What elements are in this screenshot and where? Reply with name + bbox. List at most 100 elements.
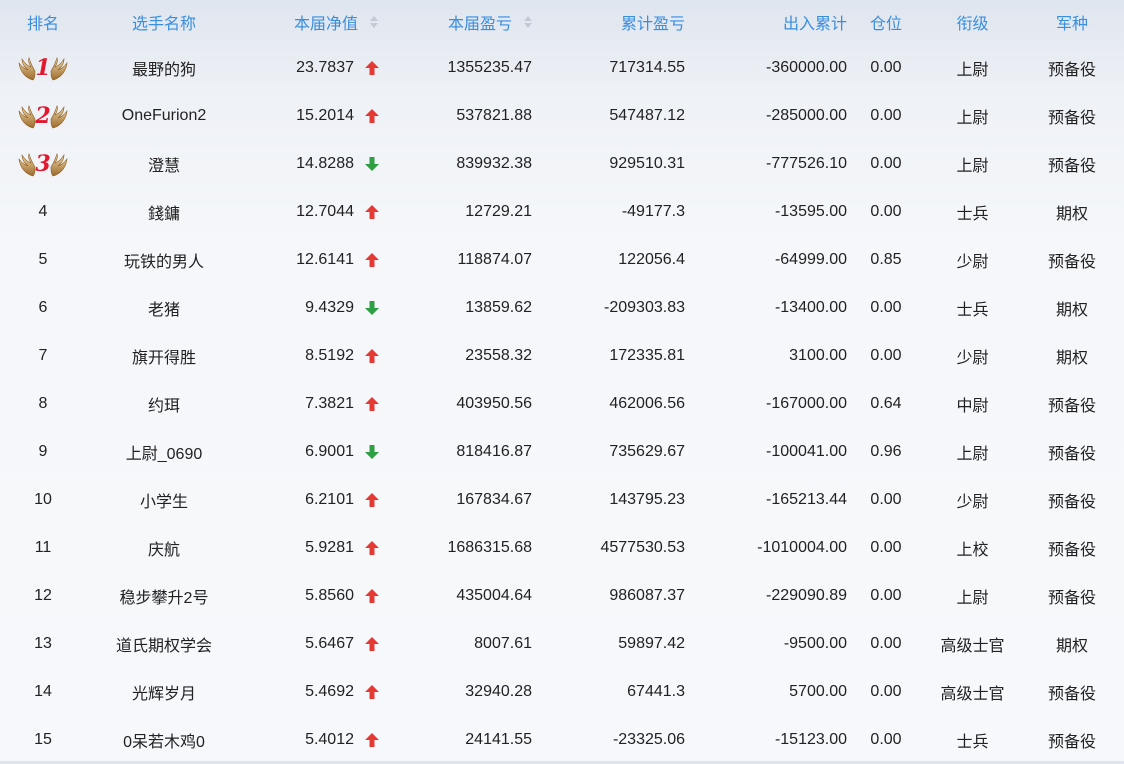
player-name[interactable]: OneFurion2: [86, 92, 242, 140]
service-type: 预备役: [1047, 686, 1096, 703]
nav-value: 6.9001: [305, 443, 354, 460]
player-name[interactable]: 稳步攀升2号: [86, 572, 242, 620]
rank-grade: 上校: [956, 542, 989, 559]
player-name[interactable]: 上尉_0690: [86, 428, 242, 476]
nav-value: 23.7837: [296, 59, 354, 76]
table-row[interactable]: 14 光辉岁月 5.4692 32940.28 67441.3 5700.00 0.00 高级…: [0, 668, 1124, 716]
table-row[interactable]: 5 玩铁的男人 12.6141 118874.07 122056.4 -64999.00 0…: [0, 236, 1124, 284]
rank-cell: 9: [38, 443, 48, 460]
table-row[interactable]: 1 最野的狗 23.7837 1355235.47 717314.55 -360000.0…: [0, 44, 1124, 92]
season-pnl: 32940.28: [465, 683, 532, 700]
player-name[interactable]: 庆航: [86, 524, 242, 572]
total-pnl: -23325.06: [612, 731, 685, 748]
cash-flow: -13400.00: [774, 299, 847, 316]
cash-flow: -165213.44: [766, 491, 847, 508]
trend-up-arrow-icon: [360, 332, 384, 380]
season-pnl: 23558.32: [465, 347, 532, 364]
header-nav-sortable[interactable]: 本届净值: [242, 0, 378, 44]
leaderboard-table: 排名 选手名称 本届净值 本届盈亏 累计盈亏 出入累计 仓位 衔级 军种 1 最野…: [0, 0, 1124, 764]
table-row[interactable]: 8 约珥 7.3821 403950.56 462006.56 -167000.00 0.6…: [0, 380, 1124, 428]
table-row[interactable]: 3 澄慧 14.8288 839932.38 929510.31 -777526.10 0.…: [0, 140, 1124, 188]
player-name[interactable]: 光辉岁月: [86, 668, 242, 716]
service-type: 期权: [1055, 302, 1088, 319]
player-name[interactable]: 0呆若木鸡0: [86, 716, 242, 764]
rank-grade: 士兵: [956, 734, 989, 751]
trend-up-arrow-icon: [360, 716, 384, 764]
season-pnl: 537821.88: [456, 107, 532, 124]
player-name[interactable]: 玩铁的男人: [86, 236, 242, 284]
position-ratio: 0.00: [870, 683, 902, 700]
total-pnl: 929510.31: [609, 155, 685, 172]
player-name[interactable]: 旗开得胜: [86, 332, 242, 380]
cash-flow: -360000.00: [766, 59, 847, 76]
trend-up-arrow-icon: [360, 236, 384, 284]
rank-cell: 7: [38, 347, 48, 364]
position-ratio: 0.00: [870, 59, 902, 76]
table-row[interactable]: 13 道氏期权学会 5.6467 8007.61 59897.42 -9500.00 0.0…: [0, 620, 1124, 668]
player-name[interactable]: 道氏期权学会: [86, 620, 242, 668]
position-ratio: 0.00: [870, 299, 902, 316]
table-body: 1 最野的狗 23.7837 1355235.47 717314.55 -360000.0…: [0, 44, 1124, 764]
table-row[interactable]: 12 稳步攀升2号 5.8560 435004.64 986087.37 -229090.…: [0, 572, 1124, 620]
rank-cell: 8: [38, 395, 48, 412]
header-type: 军种: [1055, 16, 1088, 33]
cash-flow: -777526.10: [766, 155, 847, 172]
player-name[interactable]: 錢鏞: [86, 188, 242, 236]
table-row[interactable]: 6 老猪 9.4329 13859.62 -209303.83 -13400.00 0.00…: [0, 284, 1124, 332]
rank-cell: 5: [38, 251, 48, 268]
sort-icon[interactable]: [370, 16, 378, 28]
table-row[interactable]: 10 小学生 6.2101 167834.67 143795.23 -165213.44 0…: [0, 476, 1124, 524]
total-pnl: 986087.37: [609, 587, 685, 604]
rank-cell: 3: [0, 140, 86, 188]
position-ratio: 0.00: [870, 635, 902, 652]
rank-grade: 少尉: [956, 254, 989, 271]
nav-value: 5.4692: [305, 683, 354, 700]
header-season-pnl-sortable[interactable]: 本届盈亏: [384, 0, 532, 44]
nav-value: 12.6141: [296, 251, 354, 268]
season-pnl: 1355235.47: [447, 59, 532, 76]
table-row[interactable]: 11 庆航 5.9281 1686315.68 4577530.53 -1010004.0…: [0, 524, 1124, 572]
season-pnl: 403950.56: [456, 395, 532, 412]
player-name[interactable]: 澄慧: [86, 140, 242, 188]
player-name[interactable]: 最野的狗: [86, 44, 242, 92]
position-ratio: 0.00: [870, 155, 902, 172]
cash-flow: -15123.00: [774, 731, 847, 748]
table-row[interactable]: 2 OneFurion2 15.2014 537821.88 547487.12 -285…: [0, 92, 1124, 140]
total-pnl: 143795.23: [609, 491, 685, 508]
player-name[interactable]: 约珥: [86, 380, 242, 428]
table-row[interactable]: 4 錢鏞 12.7044 12729.21 -49177.3 -13595.00 0.00 士…: [0, 188, 1124, 236]
table-row[interactable]: 9 上尉_0690 6.9001 818416.87 735629.67 -100041.…: [0, 428, 1124, 476]
service-type: 预备役: [1047, 254, 1096, 271]
cash-flow: -9500.00: [783, 635, 847, 652]
cash-flow: -285000.00: [766, 107, 847, 124]
player-name[interactable]: 小学生: [86, 476, 242, 524]
trend-up-arrow-icon: [360, 188, 384, 236]
season-pnl: 167834.67: [456, 491, 532, 508]
total-pnl: 172335.81: [609, 347, 685, 364]
total-pnl: 67441.3: [627, 683, 685, 700]
sort-icon[interactable]: [524, 16, 532, 28]
player-name[interactable]: 老猪: [86, 284, 242, 332]
trend-up-arrow-icon: [360, 620, 384, 668]
season-pnl: 12729.21: [465, 203, 532, 220]
trend-up-arrow-icon: [360, 380, 384, 428]
nav-value: 5.9281: [305, 539, 354, 556]
service-type: 预备役: [1047, 62, 1096, 79]
trend-up-arrow-icon: [360, 44, 384, 92]
rank-grade: 上尉: [956, 158, 989, 175]
service-type: 预备役: [1047, 494, 1096, 511]
nav-value: 5.6467: [305, 635, 354, 652]
position-ratio: 0.00: [870, 203, 902, 220]
total-pnl: 59897.42: [618, 635, 685, 652]
table-row[interactable]: 15 0呆若木鸡0 5.4012 24141.55 -23325.06 -15123.00…: [0, 716, 1124, 764]
rank-cell: 15: [34, 731, 52, 748]
position-ratio: 0.00: [870, 107, 902, 124]
trend-up-arrow-icon: [360, 476, 384, 524]
position-ratio: 0.64: [870, 395, 902, 412]
service-type: 预备役: [1047, 590, 1096, 607]
total-pnl: -209303.83: [604, 299, 685, 316]
rank-cell: 13: [34, 635, 52, 652]
table-row[interactable]: 7 旗开得胜 8.5192 23558.32 172335.81 3100.00 0.00 少…: [0, 332, 1124, 380]
trend-down-arrow-icon: [360, 140, 384, 188]
total-pnl: 4577530.53: [600, 539, 685, 556]
